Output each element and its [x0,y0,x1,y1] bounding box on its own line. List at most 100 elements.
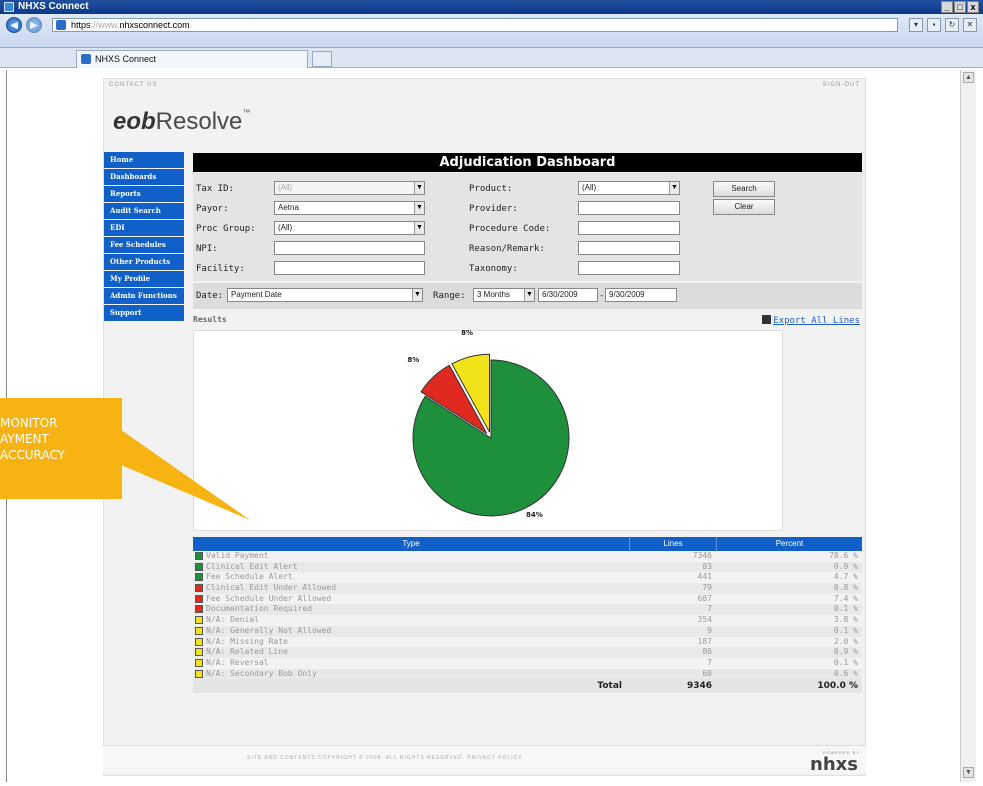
nav-reports[interactable]: Reports [104,186,184,202]
date-separator: - [599,291,605,301]
row-type: Valid Payment [193,551,630,562]
forward-arrow-icon[interactable]: ▶ [26,17,42,33]
payor-label: Payor: [196,204,229,214]
row-percent: 0.6 % [833,668,858,678]
pie-slice-label: 8% [407,356,419,364]
row-type: Fee Schedule Alert [193,572,630,583]
color-swatch-icon [195,648,203,657]
table-row: N/A: Generally Not Allowed 9 0.1 % [193,625,862,637]
tab-nhxs-connect[interactable]: NHXS Connect [76,50,308,68]
nav-admin-functions[interactable]: Admin Functions [104,288,184,304]
logo-resolve: Resolve [155,108,243,135]
clear-button[interactable]: Clear [713,199,775,215]
header-percent[interactable]: Percent [717,537,862,551]
new-tab-button[interactable] [312,51,332,67]
sidebar-nav: Home Dashboards Reports Audit Search EDI… [104,152,184,322]
color-swatch-icon [195,637,203,646]
nav-other-products[interactable]: Other Products [104,254,184,270]
header-type[interactable]: Type [193,537,630,551]
product-select[interactable]: (All) ▼ [578,181,680,195]
nav-my-profile[interactable]: My Profile [104,271,184,287]
color-swatch-icon [195,669,203,678]
url-input[interactable]: https://www.nhxsconnect.com [52,18,898,32]
scroll-down-icon[interactable]: ▼ [963,767,974,778]
date-type-select[interactable]: Payment Date ▼ [227,288,423,302]
header-lines[interactable]: Lines [630,537,717,551]
proc-group-select[interactable]: (All) ▼ [274,221,425,235]
vertical-scrollbar[interactable]: ▲ ▼ [960,70,976,782]
export-all-lines-link[interactable]: Export All Lines [762,315,860,326]
site-favicon-icon [56,20,66,30]
url-www: ://www. [90,20,120,30]
nav-support[interactable]: Support [104,305,184,321]
range-select[interactable]: 3 Months ▼ [473,288,535,302]
chevron-down-icon: ▼ [669,182,679,194]
utility-bar: CONTACT US SIGN-OUT [103,80,866,92]
url-domain: nhxsconnect.com [119,20,190,30]
row-percent: 0.1 % [833,604,858,614]
row-lines: 86 [702,647,712,657]
row-type-label: N/A: Missing Rate [206,636,288,646]
results-bar: Results Export All Lines [193,312,862,330]
copyright-text: SITE AND CONTENTS COPYRIGHT © 2009. ALL … [247,755,523,761]
payor-select[interactable]: Aetna ▼ [274,201,425,215]
procedure-code-input[interactable] [578,221,680,235]
logo-eob: eob [113,108,156,135]
scroll-up-icon[interactable]: ▲ [963,72,974,83]
close-button[interactable]: x [967,1,979,13]
row-type-label: Fee Schedule Alert [206,572,293,582]
address-bar: ◀ ▶ https://www.nhxsconnect.com ▾ ▪ ↻ ✕ [0,14,983,48]
lock-icon[interactable]: ▪ [927,18,941,32]
taxonomy-input[interactable] [578,261,680,275]
minimize-button[interactable]: _ [941,1,953,13]
color-swatch-icon [195,584,203,593]
reason-remark-input[interactable] [578,241,680,255]
facility-label: Facility: [196,264,245,274]
chevron-down-icon: ▼ [414,222,424,234]
table-row: Clinical Edit Alert 83 0.9 % [193,561,862,573]
nav-home[interactable]: Home [104,152,184,168]
app-icon [4,2,14,12]
stop-icon[interactable]: ✕ [963,18,977,32]
table-body: Valid Payment 7346 78.6 % Clinical Edit Ale… [193,551,862,680]
row-lines: 687 [697,593,712,603]
npi-input[interactable] [274,241,425,255]
row-type-label: N/A: Generally Not Allowed [206,625,332,635]
chevron-down-icon: ▼ [524,289,534,301]
tab-label: NHXS Connect [95,54,157,64]
total-lines: 9346 [686,681,712,692]
refresh-icon[interactable]: ↻ [945,18,959,32]
facility-input[interactable] [274,261,425,275]
sign-out-link[interactable]: SIGN-OUT [823,82,860,88]
back-arrow-icon[interactable]: ◀ [6,17,22,33]
eobresolve-logo: eobResolve™ [113,108,250,136]
row-lines: 187 [697,636,712,646]
color-swatch-icon [195,658,203,667]
row-type-label: N/A: Related Line [206,647,288,657]
table-row: Clinical Edit Under Allowed 79 0.8 % [193,583,862,594]
dropdown-icon[interactable]: ▾ [909,18,923,32]
table-row: Fee Schedule Alert 441 4.7 % [193,572,862,584]
nav-edi[interactable]: EDI [104,220,184,236]
contact-us-link[interactable]: CONTACT US [109,82,157,88]
save-icon [762,315,772,324]
row-type: N/A: Denial [193,615,630,626]
table-row: Fee Schedule Under Allowed 687 7.4 % [193,593,862,605]
address-tools: ▾ ▪ ↻ ✕ [909,18,977,32]
row-type: Documentation Required [193,604,630,615]
range-label: Range: [433,291,466,301]
maximize-button[interactable]: □ [954,1,966,13]
to-date-input[interactable]: 9/30/2009 [605,288,677,302]
provider-input[interactable] [578,201,680,215]
url-protocol: https [71,20,91,30]
nav-dashboards[interactable]: Dashboards [104,169,184,185]
tax-id-select[interactable]: (All) ▼ [274,181,425,195]
table-row: N/A: Missing Rate 187 2.0 % [193,636,862,648]
search-button[interactable]: Search [713,181,775,197]
chevron-down-icon: ▼ [412,289,422,301]
row-type: N/A: Missing Rate [193,637,630,648]
nav-audit-search[interactable]: Audit Search [104,203,184,219]
from-date-input[interactable]: 6/30/2009 [538,288,598,302]
row-percent: 78.6 % [829,551,858,560]
nav-fee-schedules[interactable]: Fee Schedules [104,237,184,253]
